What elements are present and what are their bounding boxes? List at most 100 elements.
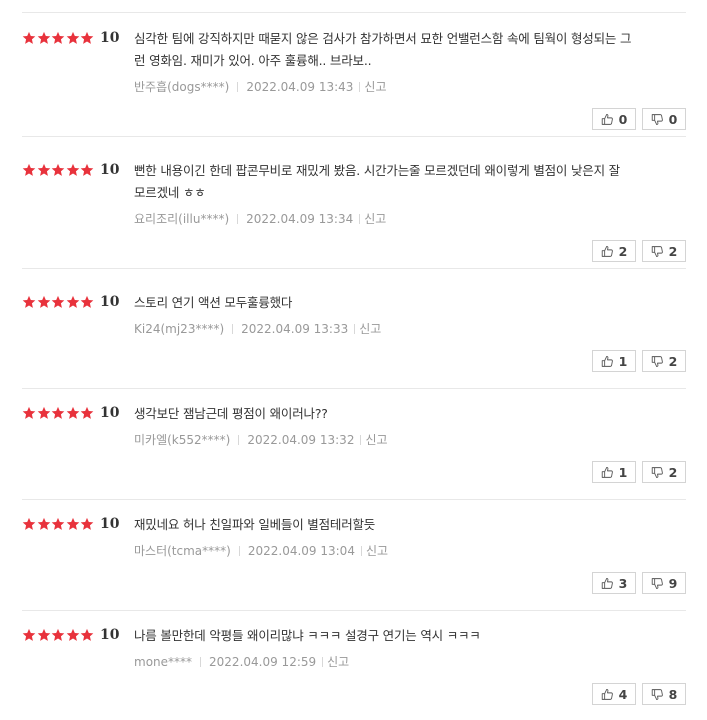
thumbs-down-icon xyxy=(651,577,669,590)
star-rating xyxy=(22,405,95,421)
divider xyxy=(232,324,234,334)
star-icon xyxy=(22,295,36,309)
divider xyxy=(360,435,362,445)
thumbs-down-icon xyxy=(651,688,669,701)
star-icon xyxy=(51,31,65,45)
star-icon xyxy=(80,31,94,45)
divider xyxy=(360,546,362,556)
star-icon xyxy=(37,406,51,420)
report-link[interactable]: 신고 xyxy=(359,321,381,337)
review-text: 뻔한 내용이긴 한데 팝콘무비로 재밌게 봤음. 시간가는줄 모르겠던데 왜이렇… xyxy=(134,160,666,204)
dislike-button[interactable]: 2 xyxy=(642,461,686,483)
review-text-line: 나름 볼만한데 악평들 왜이리많냐 ㅋㅋㅋ 설경구 연기는 역시 ㅋㅋㅋ xyxy=(134,628,481,643)
thumbs-up-icon xyxy=(601,688,619,701)
review-text-line: 런 영화임. 재미가 있어. 아주 훌륭해.. 브라보.. xyxy=(134,53,372,68)
review-text-line: 모르겠네 ㅎㅎ xyxy=(134,185,206,200)
star-rating xyxy=(22,30,95,46)
thumbs-up-icon xyxy=(601,245,619,258)
star-icon xyxy=(37,295,51,309)
divider xyxy=(237,214,239,224)
author-name[interactable]: 반주흡(dogs****) xyxy=(134,79,229,95)
star-rating xyxy=(22,162,95,178)
review-item: 10 재밌네요 허나 친일파와 일베들이 별점테러할듯 마스터(tcma****… xyxy=(0,499,707,611)
review-date: 2022.04.09 12:59 xyxy=(209,655,317,669)
like-count: 3 xyxy=(618,575,628,591)
review-text-line: 심각한 팀에 강직하지만 때묻지 않은 검사가 참가하면서 묘한 언밸런스함 속… xyxy=(134,31,632,46)
star-icon xyxy=(37,517,51,531)
divider xyxy=(200,657,202,667)
report-link[interactable]: 신고 xyxy=(364,79,386,95)
star-icon xyxy=(22,31,36,45)
review-meta: Ki24(mj23****) 2022.04.09 13:33 신고 xyxy=(134,321,381,337)
review-text: 생각보단 잼남근데 평점이 왜이러나?? xyxy=(134,403,666,425)
star-icon xyxy=(51,406,65,420)
divider xyxy=(238,546,240,556)
review-text-line: 스토리 연기 액션 모두훌륭했다 xyxy=(134,295,293,310)
thumbs-down-icon xyxy=(651,245,669,258)
author-name[interactable]: 마스터(tcma****) xyxy=(134,543,231,559)
review-text-line: 뻔한 내용이긴 한데 팝콘무비로 재밌게 봤음. 시간가는줄 모르겠던데 왜이렇… xyxy=(134,163,620,178)
author-name[interactable]: 미카엘(k552****) xyxy=(134,432,230,448)
divider xyxy=(359,82,361,92)
like-button[interactable]: 1 xyxy=(592,350,636,372)
star-rating xyxy=(22,516,95,532)
score: 10 xyxy=(100,294,120,310)
star-icon xyxy=(37,628,51,642)
report-link[interactable]: 신고 xyxy=(366,543,388,559)
like-button[interactable]: 2 xyxy=(592,240,636,262)
report-link[interactable]: 신고 xyxy=(327,654,349,670)
review-item: 10 나름 볼만한데 악평들 왜이리많냐 ㅋㅋㅋ 설경구 연기는 역시 ㅋㅋㅋ … xyxy=(0,610,707,720)
star-icon xyxy=(66,295,80,309)
star-icon xyxy=(80,406,94,420)
score: 10 xyxy=(100,162,120,178)
star-icon xyxy=(66,517,80,531)
star-icon xyxy=(51,517,65,531)
report-link[interactable]: 신고 xyxy=(364,211,386,227)
thumbs-down-icon xyxy=(651,466,669,479)
review-text-line: 생각보단 잼남근데 평점이 왜이러나?? xyxy=(134,406,328,421)
review-item: 10 심각한 팀에 강직하지만 때묻지 않은 검사가 참가하면서 묘한 언밸런스… xyxy=(0,13,707,137)
star-rating xyxy=(22,294,95,310)
dislike-count: 8 xyxy=(668,686,678,702)
like-count: 2 xyxy=(618,243,628,259)
like-count: 0 xyxy=(618,111,628,127)
author-name[interactable]: Ki24(mj23****) xyxy=(134,321,224,337)
star-icon xyxy=(66,163,80,177)
review-meta: 반주흡(dogs****) 2022.04.09 13:43 신고 xyxy=(134,79,387,95)
star-icon xyxy=(51,295,65,309)
dislike-button[interactable]: 2 xyxy=(642,350,686,372)
like-button[interactable]: 4 xyxy=(592,683,636,705)
divider xyxy=(237,82,239,92)
thumbs-down-icon xyxy=(651,355,669,368)
thumbs-up-icon xyxy=(601,355,619,368)
dislike-button[interactable]: 9 xyxy=(642,572,686,594)
star-icon xyxy=(80,295,94,309)
like-count: 1 xyxy=(618,353,628,369)
report-link[interactable]: 신고 xyxy=(365,432,387,448)
dislike-button[interactable]: 8 xyxy=(642,683,686,705)
score: 10 xyxy=(100,516,120,532)
review-text: 심각한 팀에 강직하지만 때묻지 않은 검사가 참가하면서 묘한 언밸런스함 속… xyxy=(134,28,666,72)
like-button[interactable]: 1 xyxy=(592,461,636,483)
score: 10 xyxy=(100,405,120,421)
divider xyxy=(359,214,361,224)
star-rating xyxy=(22,627,95,643)
star-icon xyxy=(22,517,36,531)
like-button[interactable]: 0 xyxy=(592,108,636,130)
author-name[interactable]: mone**** xyxy=(134,654,192,670)
review-meta: 마스터(tcma****) 2022.04.09 13:04 신고 xyxy=(134,543,388,559)
dislike-count: 2 xyxy=(668,353,678,369)
review-meta: mone**** 2022.04.09 12:59 신고 xyxy=(134,654,349,670)
dislike-button[interactable]: 0 xyxy=(642,108,686,130)
dislike-count: 2 xyxy=(668,464,678,480)
thumbs-down-icon xyxy=(651,113,669,126)
dislike-count: 0 xyxy=(668,111,678,127)
score: 10 xyxy=(100,627,120,643)
star-icon xyxy=(80,517,94,531)
review-text: 재밌네요 허나 친일파와 일베들이 별점테러할듯 xyxy=(134,514,666,536)
star-icon xyxy=(22,163,36,177)
dislike-button[interactable]: 2 xyxy=(642,240,686,262)
review-date: 2022.04.09 13:33 xyxy=(241,322,349,336)
like-button[interactable]: 3 xyxy=(592,572,636,594)
author-name[interactable]: 요리조리(illu****) xyxy=(134,211,229,227)
